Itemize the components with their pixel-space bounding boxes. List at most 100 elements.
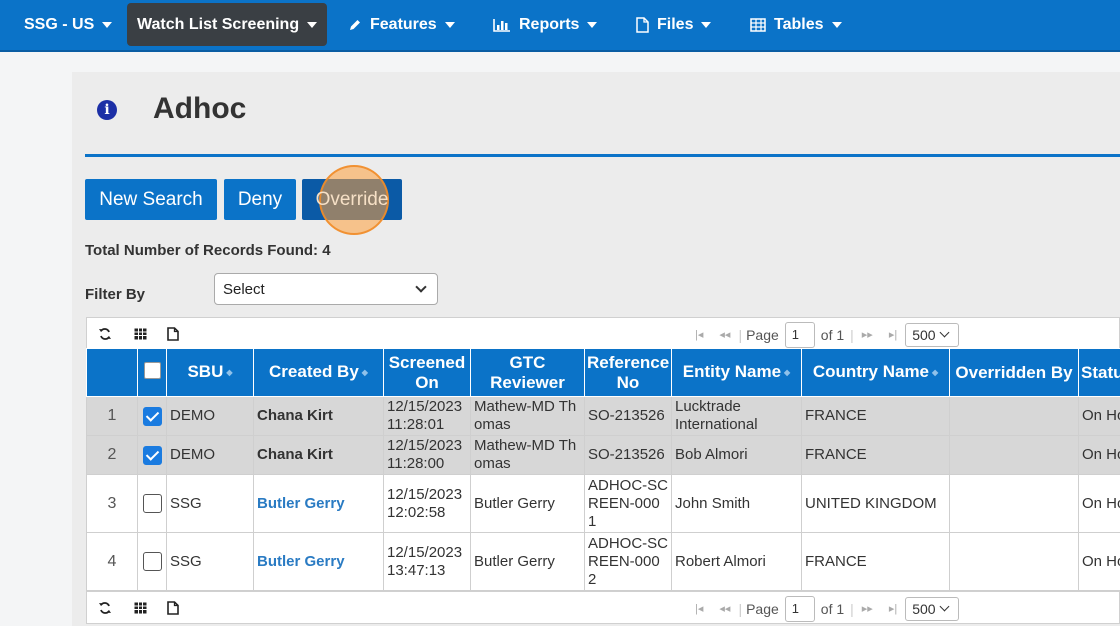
nav-tables[interactable]: Tables (750, 0, 842, 50)
header-country-name[interactable]: Country Name ◆ (801, 348, 950, 397)
header-gtc-reviewer[interactable]: GTC Reviewer (470, 348, 585, 397)
header-reference-no[interactable]: Reference No (584, 348, 672, 397)
prev-page-icon[interactable]: ◂◂ (719, 602, 730, 615)
cell-sbu: SSG (166, 532, 254, 591)
header-select-all[interactable] (137, 348, 167, 397)
info-icon[interactable]: i (97, 100, 117, 120)
header-label: Overridden By (955, 362, 1073, 382)
cell-created-by-link[interactable]: Butler Gerry (253, 474, 384, 533)
grid-view-icon[interactable] (132, 600, 148, 616)
pager-divider: | (850, 600, 854, 617)
nav-item-label: Files (657, 16, 694, 33)
export-file-icon[interactable] (165, 600, 181, 616)
file-icon (636, 17, 649, 33)
cell-gtc-reviewer: Butler Gerry (470, 474, 585, 533)
nav-brand-dropdown[interactable]: SSG - US (24, 0, 113, 50)
caret-down-icon (701, 22, 712, 28)
page-number-input[interactable]: 1 (784, 321, 815, 348)
header-entity-name[interactable]: Entity Name ◆ (671, 348, 802, 397)
nav-item-label: Tables (774, 16, 824, 33)
row-checkbox[interactable] (142, 406, 162, 426)
top-navbar: SSG - US Watch List Screening Features R… (0, 0, 1120, 52)
cell-status: On Hold (1078, 532, 1120, 591)
pencil-icon (348, 18, 362, 32)
caret-down-icon (307, 21, 318, 28)
results-table: SBU ◆ Created By ◆ Screened On GTC Reviewe… (86, 348, 1120, 591)
next-page-icon[interactable]: ▸▸ (862, 602, 873, 615)
cell-reference-no: ADHOC-SCREEN-0002 (584, 532, 672, 591)
refresh-icon[interactable] (97, 600, 113, 616)
nav-files[interactable]: Files (636, 0, 712, 50)
table-icon (750, 18, 766, 32)
cell-sbu: DEMO (166, 435, 254, 475)
row-select-cell[interactable] (137, 532, 167, 591)
cell-screened-on: 12/15/2023 11:28:01 (383, 396, 471, 436)
cell-reference-no: SO-213526 (584, 396, 672, 436)
row-select-cell[interactable] (137, 435, 167, 475)
cell-country-name: UNITED KINGDOM (801, 474, 950, 533)
page-size-select[interactable]: 500 (905, 322, 960, 347)
table-header-row: SBU ◆ Created By ◆ Screened On GTC Reviewe… (86, 348, 1120, 397)
cell-reference-no: ADHOC-SCREEN-0001 (584, 474, 672, 533)
header-label: Created By (269, 362, 359, 382)
row-checkbox[interactable] (142, 445, 162, 465)
last-page-icon[interactable]: ▸| (889, 328, 897, 341)
table-row[interactable]: 4 SSG Butler Gerry 12/15/2023 13:47:13 B… (86, 532, 1120, 591)
page-size-select[interactable]: 500 (905, 596, 960, 621)
cell-country-name: FRANCE (801, 396, 950, 436)
grid-view-icon[interactable] (132, 326, 148, 342)
nav-watch-list-screening[interactable]: Watch List Screening (127, 3, 328, 46)
records-count: Total Number of Records Found: 4 (85, 242, 331, 259)
pager-bottom: |◂ ◂◂ | Page 1 of 1 | ▸▸ ▸| 500 (687, 592, 960, 625)
row-number: 4 (86, 532, 138, 591)
page-of-label: of 1 (820, 326, 845, 343)
override-button[interactable]: Override (302, 179, 402, 220)
cell-status: On Hold (1078, 474, 1120, 533)
next-page-icon[interactable]: ▸▸ (862, 328, 873, 341)
export-file-icon[interactable] (165, 326, 181, 342)
row-checkbox[interactable] (142, 552, 162, 571)
pager-divider: | (738, 600, 743, 617)
page-label: Page (746, 600, 779, 617)
grid-toolbar-bottom: |◂ ◂◂ | Page 1 of 1 | ▸▸ ▸| 500 (86, 591, 1120, 624)
cell-status: On Hold (1078, 396, 1120, 436)
deny-button[interactable]: Deny (224, 179, 296, 220)
table-row[interactable]: 2 DEMO Chana Kirt 12/15/2023 11:28:00 Ma… (86, 435, 1120, 475)
first-page-icon[interactable]: |◂ (695, 602, 703, 615)
first-page-icon[interactable]: |◂ (695, 328, 703, 341)
header-label: Country Name (812, 362, 930, 382)
refresh-icon[interactable] (97, 326, 113, 342)
header-sbu[interactable]: SBU ◆ (166, 348, 254, 397)
select-all-checkbox[interactable] (143, 361, 161, 379)
header-created-by[interactable]: Created By ◆ (253, 348, 384, 397)
table-row[interactable]: 1 DEMO Chana Kirt 12/15/2023 11:28:01 Ma… (86, 396, 1120, 436)
cell-created-by-link[interactable]: Butler Gerry (253, 532, 384, 591)
last-page-icon[interactable]: ▸| (889, 602, 897, 615)
header-row-number (86, 348, 138, 397)
cell-created-by: Chana Kirt (253, 435, 384, 475)
row-select-cell[interactable] (137, 474, 167, 533)
row-checkbox[interactable] (142, 494, 162, 513)
nav-features[interactable]: Features (348, 0, 455, 50)
header-overridden-by[interactable]: Overridden By (949, 348, 1079, 397)
table-row[interactable]: 3 SSG Butler Gerry 12/15/2023 12:02:58 B… (86, 474, 1120, 533)
filter-label: Filter By (85, 286, 146, 303)
page-number-input[interactable]: 1 (784, 595, 815, 622)
header-status[interactable]: Status (1078, 348, 1120, 397)
row-select-cell[interactable] (137, 396, 167, 436)
caret-down-icon (587, 22, 598, 28)
override-button-label: Override (315, 188, 389, 210)
filter-select[interactable]: Select (214, 273, 438, 305)
nav-item-label: Watch List Screening (137, 15, 300, 33)
nav-brand-label: SSG - US (24, 16, 95, 33)
nav-reports[interactable]: Reports (493, 0, 598, 50)
cell-sbu: SSG (166, 474, 254, 533)
header-label: GTC Reviewer (490, 352, 565, 392)
row-number: 3 (86, 474, 138, 533)
cell-screened-on: 12/15/2023 12:02:58 (383, 474, 471, 533)
new-search-button[interactable]: New Search (85, 179, 217, 220)
cell-overridden-by (949, 435, 1079, 475)
header-screened-on[interactable]: Screened On (383, 348, 471, 397)
prev-page-icon[interactable]: ◂◂ (719, 328, 730, 341)
bar-chart-icon (493, 18, 511, 32)
